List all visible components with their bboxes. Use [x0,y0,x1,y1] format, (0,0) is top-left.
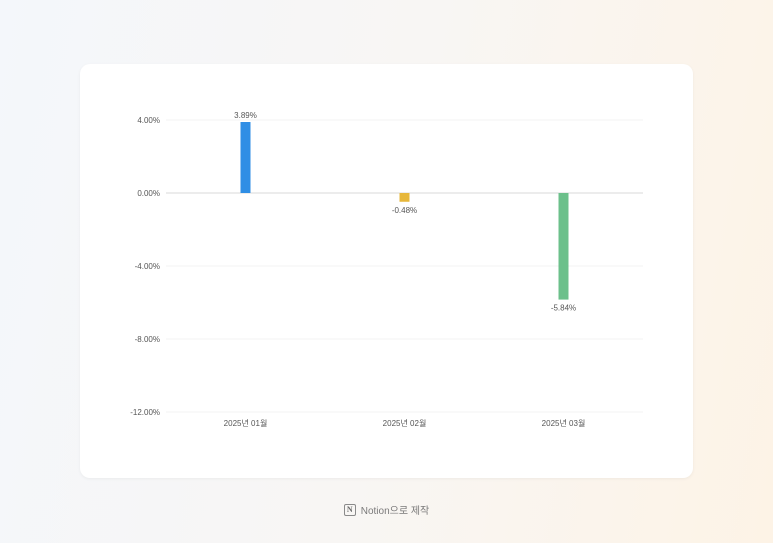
footer-branding: N Notion으로 제작 [0,502,773,517]
y-axis: 4.00% 0.00% -4.00% -8.00% -12.00% [130,116,160,417]
data-labels: 3.89% -0.48% -5.84% [234,111,576,313]
footer-text: Notion으로 제작 [360,506,430,517]
data-label: 3.89% [234,111,257,120]
data-label: -0.48% [392,206,417,215]
y-tick-label: -8.00% [135,335,160,344]
y-tick-label: 4.00% [137,116,160,125]
y-tick-label: -4.00% [135,262,160,271]
x-tick-label: 2025년 02월 [383,418,427,428]
data-label: -5.84% [551,304,576,313]
y-tick-label: -12.00% [130,408,160,417]
bar[interactable] [240,122,251,193]
bar-chart: 4.00% 0.00% -4.00% -8.00% -12.00% 3.89% -0.48… [130,111,643,428]
grid-layer [166,119,643,413]
notion-logo-icon: N [343,503,356,516]
x-tick-label: 2025년 03월 [542,418,586,428]
bar[interactable] [399,193,410,202]
y-tick-label: 0.00% [137,189,160,198]
x-tick-label: 2025년 01월 [224,418,268,428]
x-axis: 2025년 01월 2025년 02월 2025년 03월 [224,418,586,428]
bar[interactable] [558,193,569,300]
chart-card: 4.00% 0.00% -4.00% -8.00% -12.00% 3.89% -0.48… [80,64,693,478]
